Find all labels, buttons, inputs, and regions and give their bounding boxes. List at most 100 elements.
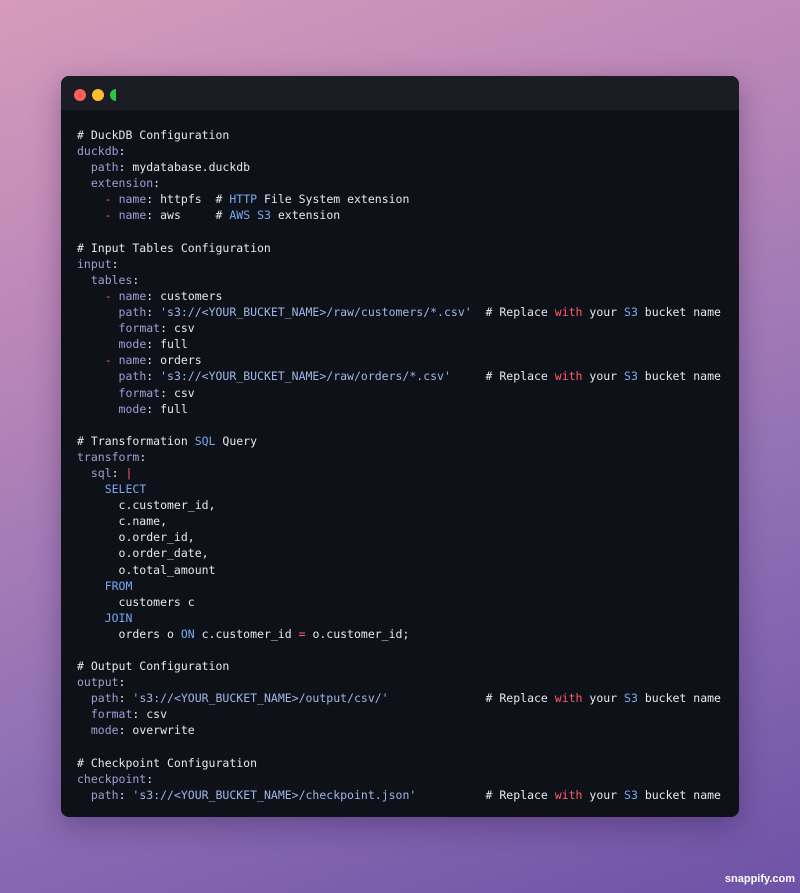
code-token: # Checkpoint Configuration [77, 755, 258, 770]
code-token: format [118, 385, 161, 400]
code-token: # DuckDB Configuration [77, 128, 230, 142]
code-token: SELECT [104, 482, 147, 497]
code-token: : [153, 176, 161, 191]
code-line: tables: [77, 272, 729, 288]
code-token: with [554, 305, 583, 320]
code-line: path: 's3://<YOUR_BUCKET_NAME>/raw/order… [77, 368, 729, 384]
code-token: 's3://<YOUR_BUCKET_NAME>/output/csv/' [132, 691, 389, 706]
code-line: mode: full [77, 401, 729, 417]
code-line: sql: | [77, 465, 729, 481]
code-line: o.total_amount [77, 562, 729, 578]
code-token: : [132, 272, 140, 287]
code-token: bucket name [637, 305, 721, 320]
code-token: name [118, 192, 147, 207]
code-token: : httpfs # [146, 192, 230, 207]
code-token: : aws # [146, 208, 230, 223]
code-line: # Output Configuration [77, 658, 729, 674]
code-token: extension [270, 208, 341, 223]
code-line: output: [77, 674, 729, 690]
code-token: File System extension [257, 192, 410, 207]
code-token: : [146, 771, 154, 786]
code-token: with [554, 369, 583, 384]
code-token: # Input Tables Configuration [77, 240, 271, 255]
code-token: bucket name [637, 787, 721, 802]
code-token: orders o [77, 626, 181, 641]
code-token: your [582, 787, 625, 802]
code-line: # DuckDB Configuration [77, 127, 729, 143]
close-dot-icon[interactable] [74, 89, 86, 101]
code-token: : customers [146, 288, 223, 303]
code-line: customers c [77, 594, 729, 610]
code-token: duckdb [77, 144, 119, 159]
code-token: bucket name [637, 369, 721, 384]
code-token: o.order_date, [77, 546, 209, 561]
code-token: : [118, 144, 126, 159]
code-line: path: 's3://<YOUR_BUCKET_NAME>/checkpoin… [77, 787, 729, 803]
code-token: - [104, 353, 112, 368]
code-token: path [90, 787, 119, 802]
code-token: your [582, 305, 625, 320]
code-token: mode [90, 723, 119, 738]
code-token: input [77, 256, 112, 271]
code-block: # DuckDB Configuration duckdb: path: myda… [77, 127, 729, 803]
code-token: HTTP [229, 192, 258, 207]
code-token: c.name, [77, 514, 168, 529]
code-line: - name: customers [77, 288, 729, 304]
code-token: S3 [624, 305, 638, 320]
code-token: with [554, 691, 583, 706]
code-token: ON [180, 626, 195, 641]
code-line: checkpoint: [77, 771, 729, 787]
code-line: path: 's3://<YOUR_BUCKET_NAME>/output/cs… [77, 690, 729, 706]
maximize-dot-icon[interactable] [110, 89, 116, 101]
code-token: : overwrite [118, 723, 195, 738]
watermark: snappify.com [724, 873, 795, 885]
minimize-dot-icon[interactable] [92, 89, 104, 101]
code-token: : orders [146, 353, 202, 368]
code-line: - name: httpfs # HTTP File System extens… [77, 191, 729, 207]
code-token: - [104, 208, 112, 223]
code-line: format: csv [77, 385, 729, 401]
code-token: - [104, 192, 112, 207]
code-line: JOIN [77, 610, 729, 626]
code-token: o.customer_id; [305, 626, 410, 641]
code-line: duckdb: [77, 143, 729, 159]
code-token: # Replace [450, 369, 555, 384]
code-token: format [90, 707, 133, 722]
code-line: c.name, [77, 513, 729, 529]
code-token: : [118, 787, 133, 802]
code-token: : [146, 305, 161, 320]
code-token: JOIN [104, 610, 133, 625]
code-token: checkpoint [77, 771, 147, 786]
code-line: # Input Tables Configuration [77, 240, 729, 256]
code-token: sql [90, 465, 112, 480]
code-token: = [298, 626, 306, 641]
code-token: mode [118, 401, 147, 416]
code-token: FROM [104, 578, 133, 593]
code-token: : full [146, 401, 188, 416]
code-token: customers c [77, 594, 195, 609]
code-token: extension [90, 176, 154, 191]
code-token: : [118, 691, 133, 706]
code-token: # Replace [416, 787, 555, 802]
code-line: SELECT [77, 481, 729, 497]
